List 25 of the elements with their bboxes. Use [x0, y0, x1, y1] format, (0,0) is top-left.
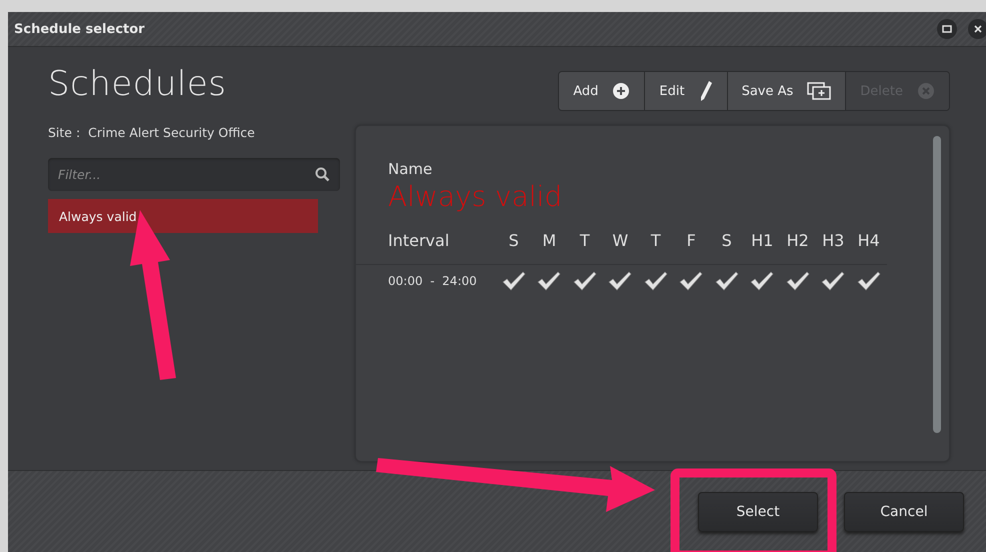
page-heading: Schedules — [48, 63, 228, 104]
day-header: F — [686, 231, 697, 250]
day-header: H3 — [821, 231, 846, 250]
schedule-name: Always valid — [388, 180, 564, 213]
day-header: H4 — [856, 231, 881, 250]
interval-header: Interval — [387, 231, 450, 250]
site-label: Site : Crime Alert Security Office — [48, 125, 256, 140]
day-header: W — [611, 231, 630, 250]
window-title: Schedule selector — [14, 22, 145, 36]
name-label: Name — [388, 160, 434, 178]
interval-cell-text: 00:00 - 24:00 — [387, 274, 478, 288]
save-as-button[interactable]: Save As — [728, 72, 846, 110]
day-header: M — [541, 231, 558, 250]
filter-field[interactable]: Filter... — [48, 158, 340, 191]
add-button[interactable]: Add — [559, 72, 646, 110]
day-header: S — [720, 231, 733, 250]
day-header: T — [578, 231, 591, 250]
day-header: S — [508, 231, 520, 250]
day-header: T — [650, 231, 662, 250]
day-header: H2 — [786, 231, 810, 250]
select-button[interactable]: Select — [698, 492, 818, 532]
day-header: H1 — [750, 231, 774, 250]
cancel-button[interactable]: Cancel — [844, 492, 964, 532]
schedule-list-item[interactable]: Always valid — [48, 199, 318, 233]
edit-button[interactable]: Edit — [645, 72, 728, 110]
